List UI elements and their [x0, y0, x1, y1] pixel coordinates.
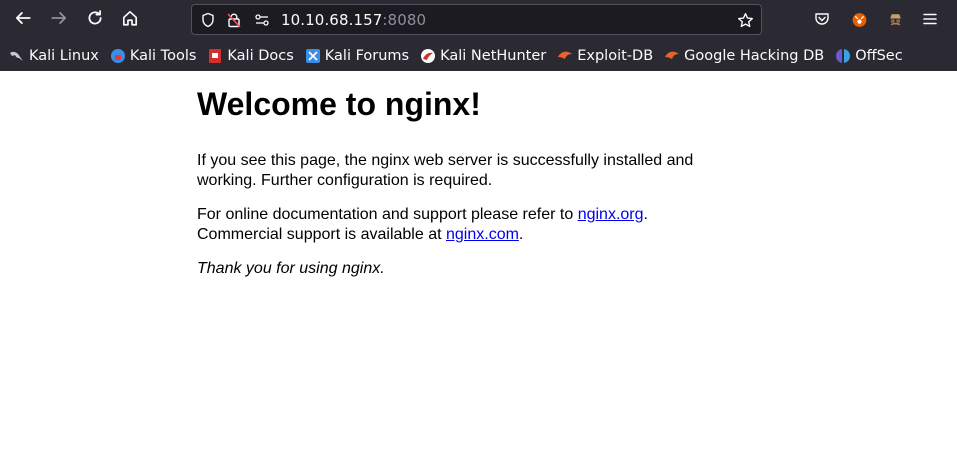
arrow-left-icon — [14, 9, 32, 32]
bookmark-label: Exploit-DB — [577, 47, 654, 64]
commercial-text: Commercial support is available at — [197, 225, 446, 243]
reload-button[interactable] — [80, 5, 110, 35]
fox-extension-icon[interactable] — [849, 9, 869, 29]
insecure-lock-icon[interactable] — [225, 11, 243, 29]
bookmark-kali-linux[interactable]: Kali Linux — [6, 44, 103, 68]
doc-period: . — [643, 206, 648, 223]
kali-dragon-icon — [9, 48, 25, 64]
bookmark-offsec[interactable]: OffSec — [832, 44, 907, 68]
star-icon[interactable] — [736, 11, 754, 29]
nethunter-icon — [420, 48, 436, 64]
paragraph-documentation: For online documentation and support ple… — [197, 205, 717, 244]
spy-extension-icon[interactable] — [885, 9, 905, 29]
arrow-right-icon — [50, 9, 68, 32]
bookmarks-toolbar: Kali Linux Kali Tools Kali Docs Kali For… — [0, 40, 957, 71]
shield-icon[interactable] — [199, 11, 217, 29]
bookmark-kali-forums[interactable]: Kali Forums — [302, 44, 413, 68]
nginx-com-link[interactable]: nginx.com — [446, 226, 519, 243]
reload-icon — [86, 9, 104, 32]
kali-forums-icon — [305, 48, 321, 64]
doc-text: For online documentation and support ple… — [197, 206, 578, 223]
bookmark-google-hacking-db[interactable]: Google Hacking DB — [661, 44, 828, 68]
commercial-period: . — [518, 225, 524, 243]
bookmark-kali-tools[interactable]: Kali Tools — [107, 44, 201, 68]
bookmark-kali-docs[interactable]: Kali Docs — [204, 44, 297, 68]
pocket-icon[interactable] — [812, 9, 832, 29]
kali-docs-icon — [207, 48, 223, 64]
bookmark-kali-nethunter[interactable]: Kali NetHunter — [417, 44, 550, 68]
thank-you-text: Thank you for using nginx. — [197, 260, 385, 277]
browser-chrome: 10.10.68.157:8080 Kali Linux Kali Tools … — [0, 0, 957, 71]
paragraph-installed: If you see this page, the nginx web serv… — [197, 152, 694, 189]
bookmark-exploit-db[interactable]: Exploit-DB — [554, 44, 657, 68]
home-icon — [121, 9, 139, 32]
nginx-org-link[interactable]: nginx.org — [578, 206, 644, 223]
kali-tools-icon — [110, 48, 126, 64]
page-content: Welcome to nginx! If you see this page, … — [0, 71, 957, 456]
offsec-icon — [835, 48, 851, 64]
bookmark-label: Google Hacking DB — [684, 47, 825, 64]
home-button[interactable] — [115, 5, 145, 35]
hamburger-menu-icon[interactable] — [920, 9, 940, 29]
address-bar[interactable]: 10.10.68.157:8080 — [191, 4, 762, 35]
bookmark-label: Kali Forums — [324, 47, 410, 64]
back-button[interactable] — [8, 5, 38, 35]
bookmark-label: Kali Tools — [129, 47, 197, 64]
bookmark-label: Kali NetHunter — [440, 47, 547, 64]
navigation-toolbar: 10.10.68.157:8080 — [0, 0, 957, 40]
exploit-db-icon — [557, 48, 573, 64]
bookmark-label: Kali Docs — [227, 47, 294, 64]
url-port: :8080 — [382, 11, 427, 29]
url-host: 10.10.68.157 — [281, 11, 383, 29]
bookmark-label: OffSec — [855, 47, 903, 64]
page-heading: Welcome to nginx! — [197, 86, 481, 122]
url-text[interactable]: 10.10.68.157:8080 — [281, 11, 426, 29]
ghdb-icon — [664, 48, 680, 64]
forward-button[interactable] — [44, 5, 74, 35]
permissions-icon[interactable] — [253, 11, 271, 29]
bookmark-label: Kali Linux — [29, 47, 99, 64]
